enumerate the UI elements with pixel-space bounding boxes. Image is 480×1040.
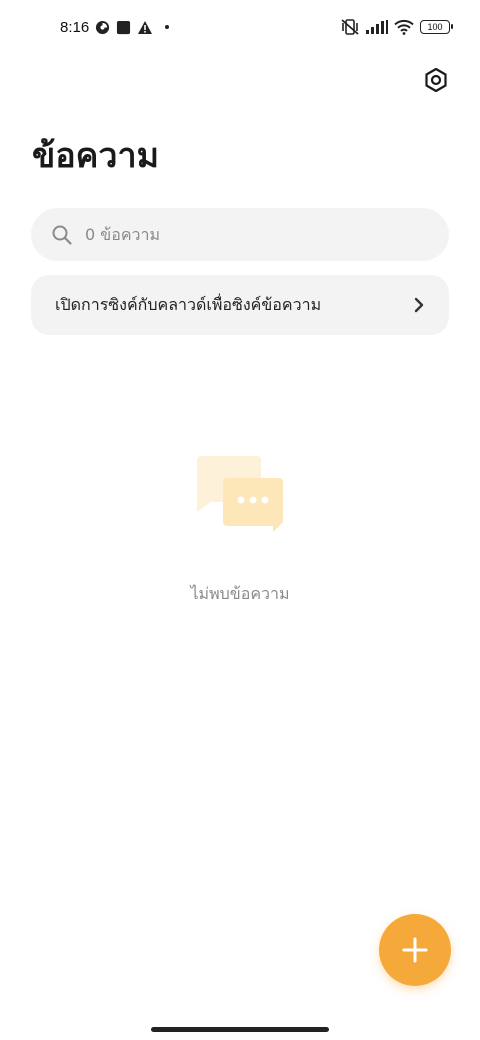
settings-hexagon-icon bbox=[423, 67, 449, 93]
status-time: 8:16 bbox=[60, 18, 90, 36]
battery-level: 100 bbox=[427, 22, 443, 32]
status-left: 8:16 bbox=[60, 17, 170, 37]
status-right: 100 bbox=[340, 17, 453, 37]
search-input[interactable] bbox=[85, 225, 405, 244]
status-bar: 8:16 100 bbox=[0, 0, 480, 54]
plus-icon bbox=[401, 936, 429, 964]
wifi-icon bbox=[394, 19, 414, 35]
square-notification-icon bbox=[116, 20, 131, 35]
settings-button[interactable] bbox=[420, 64, 452, 96]
signal-icon bbox=[366, 20, 388, 34]
data-saver-icon bbox=[95, 20, 110, 35]
chevron-right-icon bbox=[411, 297, 427, 313]
battery-icon: 100 bbox=[420, 20, 453, 34]
empty-state-message: ไม่พบข้อความ bbox=[190, 584, 290, 603]
new-message-button[interactable] bbox=[379, 914, 451, 986]
warning-icon bbox=[137, 20, 153, 35]
dot-icon bbox=[165, 25, 170, 29]
cloud-sync-row[interactable]: เปิดการซิงค์กับคลาวด์เพื่อซิงค์ข้อความ bbox=[31, 275, 449, 335]
home-indicator[interactable] bbox=[151, 1027, 329, 1032]
page-title: ข้อความ bbox=[32, 136, 160, 176]
cloud-sync-label: เปิดการซิงค์กับคลาวด์เพื่อซิงค์ข้อความ bbox=[55, 294, 322, 314]
chat-bubbles-icon bbox=[193, 452, 289, 536]
search-bar[interactable] bbox=[31, 208, 449, 261]
search-icon bbox=[51, 224, 73, 246]
mute-vibrate-icon bbox=[340, 18, 360, 36]
